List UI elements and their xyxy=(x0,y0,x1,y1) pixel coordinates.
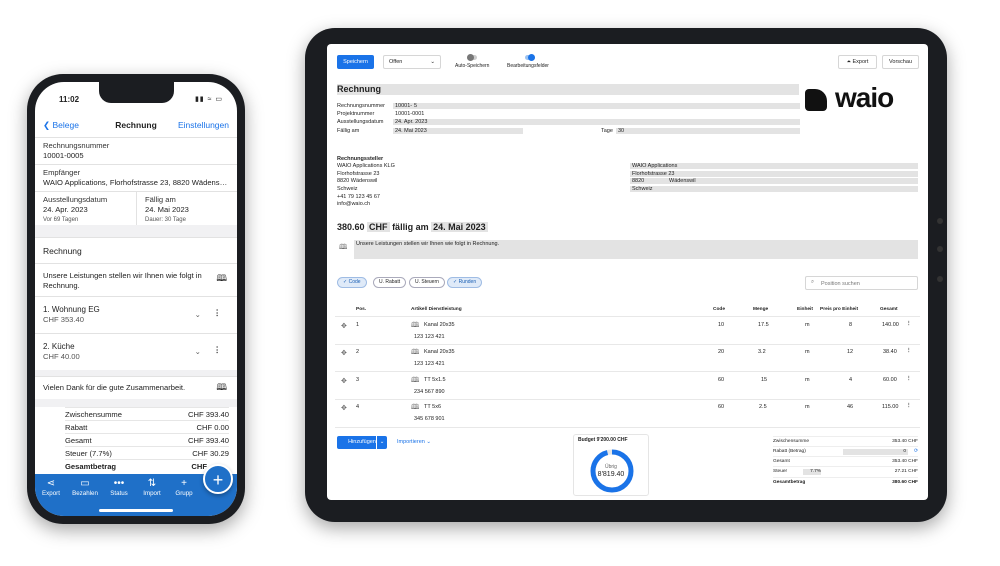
more-vertical-icon[interactable]: ⋮ xyxy=(213,345,221,355)
book-icon[interactable]: 🕮 xyxy=(339,243,347,254)
tab-export[interactable]: ⋖ Export xyxy=(35,478,67,497)
card-icon: ▭ xyxy=(80,478,90,489)
more-vertical-icon: ⋮ xyxy=(906,321,912,327)
chevron-down-icon: ⌄ xyxy=(376,436,387,449)
total-row: Gesamt CHF 393.40 xyxy=(65,433,229,446)
drag-handle-icon: ✥ xyxy=(341,323,347,330)
budget-card: Budget 9'200.00 CHF Übrig 8'819.40 xyxy=(573,434,649,496)
amount-due-line: 380.60 CHF fällig am 24. Mai 2023 xyxy=(337,222,488,232)
phone-device: 11:02 ▮▮ ≈ ▭ ❮ Belege Rechnung Einstellu… xyxy=(27,74,245,524)
title-field-bg xyxy=(337,84,799,95)
sort-icon: ⇅ xyxy=(147,478,157,489)
home-indicator xyxy=(99,509,173,512)
issue-date-field[interactable]: Ausstellungsdatum 24. Apr. 2023 Vor 69 T… xyxy=(35,191,137,225)
status-time: 11:02 xyxy=(59,95,80,104)
chevron-down-icon: ⌄ xyxy=(430,59,435,65)
chip-round[interactable]: ✓ Runden xyxy=(447,277,483,288)
book-icon: 🕮 xyxy=(411,404,420,411)
camera-dot xyxy=(937,276,943,282)
waio-logo-icon xyxy=(805,89,827,111)
chevron-down-icon[interactable]: ⌄ xyxy=(195,310,201,320)
total-row: Rabatt CHF 0.00 xyxy=(65,420,229,433)
tab-group[interactable]: + Grupp xyxy=(168,478,200,497)
share-icon: ⋖ xyxy=(46,478,56,489)
drag-handle-icon: ✥ xyxy=(341,405,347,412)
chevron-down-icon: ⌄ xyxy=(426,439,431,445)
page-title: Rechnung xyxy=(337,84,381,94)
invoice-number-input[interactable] xyxy=(393,103,800,109)
tab-import[interactable]: ⇅ Import xyxy=(136,478,168,497)
section-heading: Rechnung xyxy=(35,237,237,263)
book-icon[interactable]: 🕮 xyxy=(216,273,227,283)
list-item[interactable]: 2. Küche CHF 40.00 ⌄ ⋮ xyxy=(35,333,237,370)
chip-discount[interactable]: U. Rabatt xyxy=(373,277,407,288)
tablet-screen: Speichern Offen ⌄ Auto-Speichern Bearbeit… xyxy=(327,44,928,500)
section-spacer xyxy=(35,225,237,237)
more-horizontal-icon: ••• xyxy=(113,478,125,489)
total-row: Gesamtbetrag 380.60 CHF xyxy=(773,477,918,487)
budget-title: Budget 9'200.00 CHF xyxy=(578,437,628,443)
discount-input xyxy=(843,449,908,455)
search-icon: ⌕ xyxy=(811,279,815,285)
outro-text[interactable]: Vielen Dank für die gute Zusammenarbeit.… xyxy=(35,376,237,399)
more-vertical-icon: ⋮ xyxy=(906,348,912,354)
save-button[interactable]: Speichern xyxy=(337,55,374,69)
total-row: Gesamt 353.40 CHF xyxy=(773,456,918,466)
export-button[interactable]: ⏶ Export xyxy=(838,55,877,69)
camera-dot xyxy=(937,218,943,224)
status-select[interactable]: Offen ⌄ xyxy=(383,55,441,69)
budget-label: Übrig xyxy=(605,464,617,470)
add-button[interactable]: Hinzufügen ⌄ xyxy=(337,436,387,449)
tab-status[interactable]: ••• Status xyxy=(103,478,135,497)
book-icon: 🕮 xyxy=(411,377,420,384)
scene: 11:02 ▮▮ ≈ ▭ ❮ Belege Rechnung Einstellu… xyxy=(0,0,1000,566)
phone-notch xyxy=(99,82,174,103)
phone-navbar: ❮ Belege Rechnung Einstellungen xyxy=(35,115,237,135)
tablet-device: Speichern Offen ⌄ Auto-Speichern Bearbeit… xyxy=(305,28,947,522)
upload-icon: ⏶ xyxy=(846,59,851,65)
tab-pay[interactable]: ▭ Bezahlen xyxy=(69,478,101,497)
preview-button[interactable]: Vorschau xyxy=(882,55,919,69)
more-vertical-icon: ⋮ xyxy=(906,403,912,409)
drag-handle-icon: ✥ xyxy=(341,350,347,357)
phone-screen: 11:02 ▮▮ ≈ ▭ ❮ Belege Rechnung Einstellu… xyxy=(35,82,237,516)
book-icon[interactable]: 🕮 xyxy=(216,382,227,392)
edit-fields-label: Bearbeitungsfelder xyxy=(507,63,549,69)
add-fab-button[interactable]: + xyxy=(203,464,233,494)
book-icon: 🕮 xyxy=(411,349,420,356)
invoice-number-field[interactable]: Rechnungsnummer 10001-0005 xyxy=(35,137,237,164)
issue-date-input[interactable] xyxy=(393,119,800,125)
more-vertical-icon: ⋮ xyxy=(906,376,912,382)
position-search-input[interactable]: ⌕ Position suchen xyxy=(805,276,918,290)
chevron-down-icon[interactable]: ⌄ xyxy=(195,347,201,357)
auto-save-toggle[interactable] xyxy=(467,54,477,61)
total-row: Zwischensumme 353.40 CHF xyxy=(773,436,918,446)
more-vertical-icon[interactable]: ⋮ xyxy=(213,308,221,318)
auto-save-label: Auto-Speichern xyxy=(455,63,490,69)
total-row: Steuer (7.7%) CHF 30.29 xyxy=(65,446,229,459)
intro-text[interactable]: Unsere Leistungen stellen wir Ihnen wie … xyxy=(35,263,237,296)
import-button[interactable]: Importieren ⌄ xyxy=(397,439,431,445)
book-icon: 🕮 xyxy=(411,322,420,329)
budget-value: 8'819.40 xyxy=(597,471,625,478)
chip-taxes[interactable]: U. Steuern xyxy=(409,277,445,288)
drag-handle-icon: ✥ xyxy=(341,378,347,385)
recipient-field[interactable]: Empfänger WAIO Applications, Florhofstra… xyxy=(35,164,237,191)
tax-rate-input: 7.7% xyxy=(803,469,821,475)
total-row: Steuer 7.7% 27.21 CHF xyxy=(773,466,918,476)
chip-code[interactable]: ✓ Code xyxy=(337,277,367,288)
total-row: Gesamtbetrag CHF xyxy=(65,459,207,472)
status-icons: ▮▮ ≈ ▭ xyxy=(194,96,223,103)
settings-button[interactable]: Einstellungen xyxy=(178,120,229,130)
plus-icon: + xyxy=(181,478,187,489)
days-input[interactable] xyxy=(616,128,800,134)
total-row: Zwischensumme CHF 393.40 xyxy=(65,407,229,420)
total-row[interactable]: Rabatt (Betrag) 0 ⟳ xyxy=(773,446,918,456)
edit-fields-toggle[interactable] xyxy=(525,54,535,61)
due-date-field[interactable]: Fällig am 24. Mai 2023 Dauer: 30 Tage xyxy=(136,191,237,225)
list-item[interactable]: 1. Wohnung EG CHF 353.40 ⌄ ⋮ xyxy=(35,296,237,333)
camera-dot xyxy=(937,246,943,252)
section-spacer xyxy=(35,399,237,407)
